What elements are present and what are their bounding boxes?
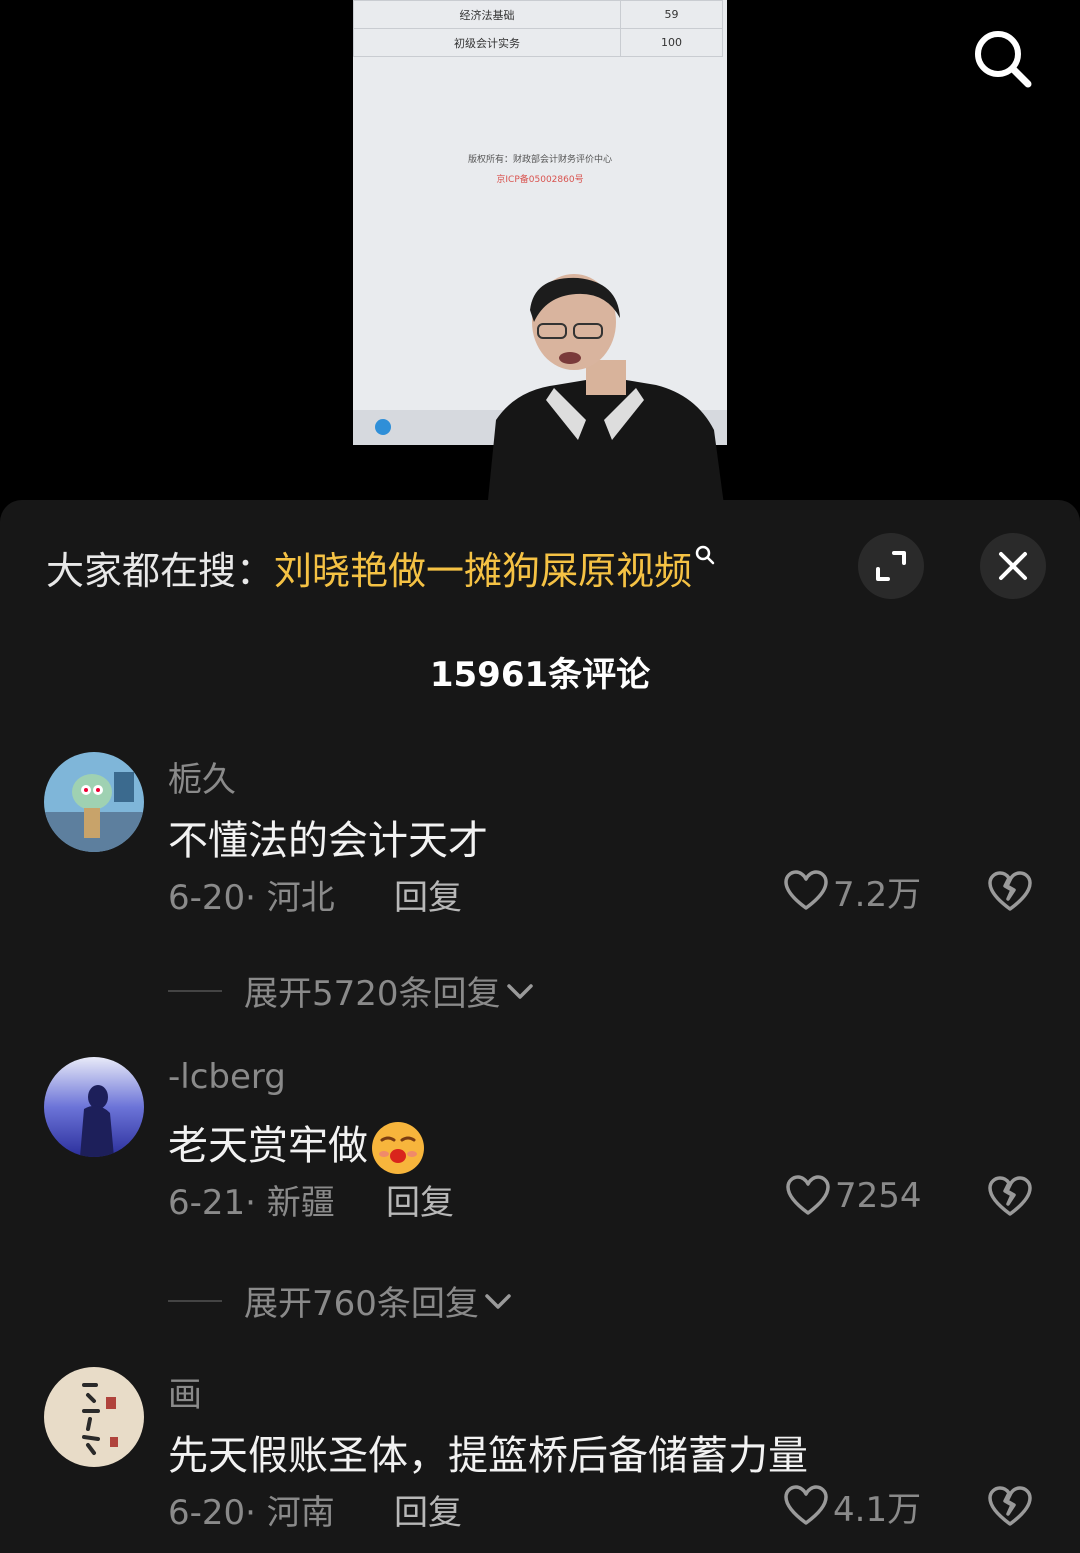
- trending-prefix: 大家都在搜：: [46, 549, 275, 593]
- comment-text: 老天赏牢做: [168, 1113, 426, 1176]
- score-cell: 100: [620, 28, 723, 57]
- like-count: 4.1万: [833, 1489, 922, 1530]
- avatar[interactable]: [44, 752, 144, 852]
- avatar-image: [44, 1057, 144, 1157]
- kissing-emoji-icon: [372, 1122, 424, 1174]
- comment-meta: 6-20· 河南: [168, 1493, 335, 1533]
- chevron-down-icon: [485, 1293, 511, 1309]
- comment-username[interactable]: -lcberg: [168, 1057, 286, 1097]
- expand-replies[interactable]: 展开760条回复: [168, 1276, 513, 1325]
- comment-sheet: 大家都在搜：刘晓艳做一摊狗屎原视频 15961条评论 栀久 不懂法的会计天才 6…: [0, 500, 1080, 1553]
- expand-icon: [876, 551, 906, 581]
- expand-replies[interactable]: 展开5720条回复: [168, 966, 535, 1015]
- like-button[interactable]: 4.1万: [783, 1483, 922, 1530]
- table-row: 初级会计实务 100: [353, 28, 723, 57]
- dislike-icon[interactable]: [987, 869, 1033, 915]
- heart-icon: [784, 870, 828, 910]
- like-count: 7.2万: [833, 874, 922, 915]
- like-button[interactable]: 7.2万: [783, 868, 922, 915]
- chevron-down-icon: [506, 983, 533, 999]
- expand-replies-label: 展开5720条回复: [244, 974, 501, 1014]
- subject-cell: 初级会计实务: [353, 28, 621, 57]
- subject-cell: 经济法基础: [353, 0, 621, 29]
- icp-text: 京ICP备05002860号: [496, 175, 584, 185]
- search-icon: [695, 545, 715, 565]
- search-icon[interactable]: [970, 26, 1034, 90]
- trending-search[interactable]: 大家都在搜：刘晓艳做一摊狗屎原视频: [46, 540, 716, 595]
- close-button[interactable]: [980, 533, 1046, 599]
- comment-meta: 6-20· 河北: [168, 878, 335, 918]
- reply-button[interactable]: 回复: [386, 1175, 454, 1224]
- video-player[interactable]: 经济法基础 59 初级会计实务 100 版权所有：财政部会计财务评价中心 京IC…: [0, 0, 1080, 520]
- comment-username[interactable]: 栀久: [168, 752, 236, 801]
- like-count: 7254: [835, 1176, 922, 1216]
- table-row: 经济法基础 59: [353, 0, 723, 29]
- heart-icon: [784, 1485, 828, 1525]
- fullscreen-button[interactable]: [858, 533, 924, 599]
- score-table: 经济法基础 59 初级会计实务 100: [353, 0, 723, 57]
- divider: [168, 989, 222, 992]
- comment-text-content: 老天赏牢做: [168, 1123, 368, 1169]
- score-cell: 59: [620, 0, 723, 29]
- heart-icon: [786, 1175, 830, 1215]
- trending-keyword[interactable]: 刘晓艳做一摊狗屎原视频: [274, 549, 692, 593]
- dislike-icon[interactable]: [987, 1484, 1033, 1530]
- comment-meta: 6-21· 新疆: [168, 1183, 335, 1223]
- presenter-figure: [486, 274, 726, 520]
- comment-text: 不懂法的会计天才: [168, 818, 488, 864]
- browser-icon: [375, 419, 391, 435]
- comment-username[interactable]: 画: [168, 1367, 202, 1416]
- avatar-image: [44, 752, 144, 852]
- avatar-image: [44, 1367, 144, 1467]
- reply-button[interactable]: 回复: [394, 870, 462, 919]
- close-icon: [999, 552, 1027, 580]
- divider: [168, 1299, 222, 1302]
- like-button[interactable]: 7254: [785, 1173, 922, 1219]
- avatar[interactable]: [44, 1367, 144, 1467]
- comment-text: 先天假账圣体，提篮桥后备储蓄力量: [168, 1433, 808, 1479]
- dislike-icon[interactable]: [987, 1174, 1033, 1220]
- copyright-text: 版权所有：财政部会计财务评价中心: [467, 155, 612, 165]
- avatar[interactable]: [44, 1057, 144, 1157]
- comment-count: 15961条评论: [429, 655, 651, 695]
- reply-button[interactable]: 回复: [394, 1485, 462, 1534]
- expand-replies-label: 展开760条回复: [244, 1284, 479, 1324]
